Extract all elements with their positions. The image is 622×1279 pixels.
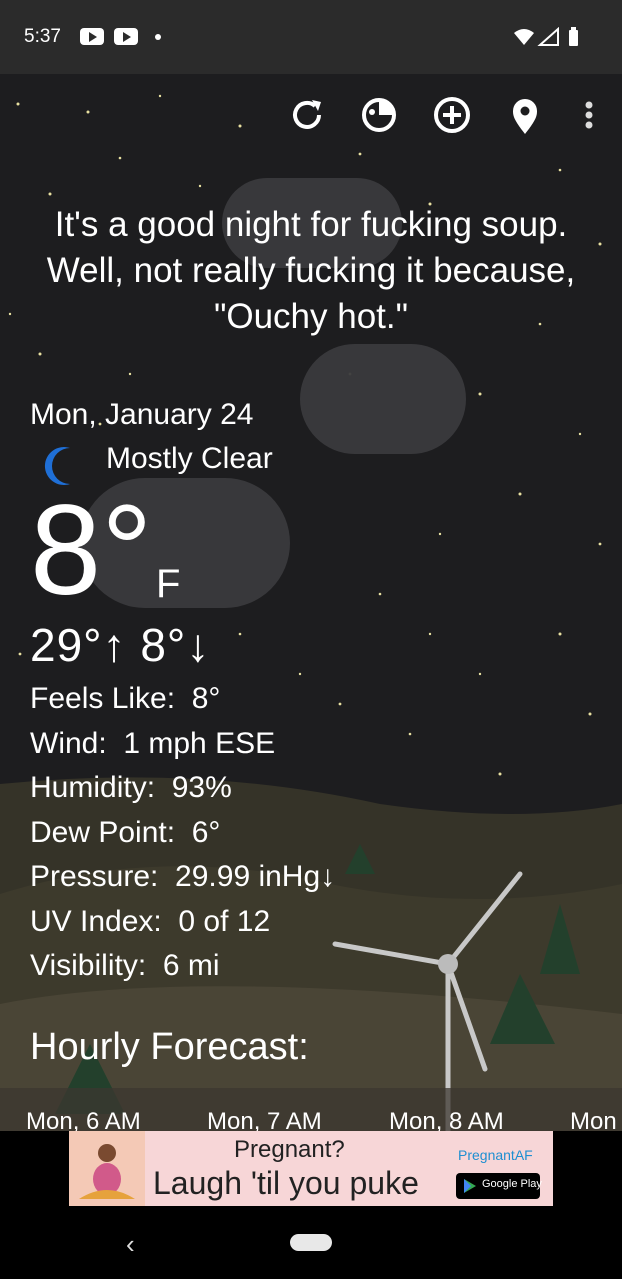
weather-app: It's a good night for fucking soup. Well… [0, 74, 622, 1131]
status-time: 5:37 [24, 26, 61, 47]
location-icon[interactable] [504, 94, 546, 136]
current-temperature: 8° [30, 479, 153, 622]
hourly-item-label[interactable]: Mon, 8 AM [389, 1108, 504, 1131]
status-bar: 5:37 [0, 0, 622, 74]
play-store-icon [464, 1179, 476, 1193]
more-options-icon[interactable] [568, 94, 610, 136]
hourly-forecast-strip[interactable]: Mon, 6 AM Mon, 7 AM Mon, 8 AM Mon [0, 1088, 622, 1131]
ad-tagline: Laugh 'til you puke [153, 1165, 419, 1201]
wind: Wind: 1 mph ESE [30, 726, 276, 760]
store-badge-label: Google Play [482, 1178, 542, 1190]
visibility: Visibility: 6 mi [30, 949, 220, 982]
bottom-area: Pregnant? Laugh 'til you puke PregnantAF… [0, 1131, 622, 1279]
youtube-notification-icon [114, 28, 138, 45]
radar-icon[interactable] [358, 94, 400, 136]
more-notifications-icon [155, 34, 161, 40]
hourly-forecast-title: Hourly Forecast: [30, 1026, 309, 1068]
weather-details: Feels Like: 8° Wind: 1 mph ESE Humidity:… [30, 677, 335, 989]
cloud-decoration [300, 344, 466, 454]
ad-banner[interactable]: Pregnant? Laugh 'til you puke PregnantAF… [69, 1131, 553, 1206]
home-button[interactable] [290, 1234, 332, 1251]
weather-quote: It's a good night for fucking soup. Well… [46, 205, 576, 336]
feels-like: Feels Like: 8° [30, 682, 221, 715]
battery-icon [569, 30, 578, 46]
refresh-icon[interactable] [286, 94, 328, 136]
wifi-icon [514, 29, 534, 45]
signal-icon [537, 27, 559, 46]
humidity: Humidity: 93% [30, 771, 232, 804]
system-status-icons [514, 27, 578, 46]
hourly-item-label[interactable]: Mon [570, 1108, 617, 1131]
youtube-notification-icon [80, 28, 104, 45]
weather-condition: Mostly Clear [106, 442, 273, 475]
back-button[interactable]: ‹ [126, 1229, 135, 1260]
ad-illustration [69, 1131, 145, 1206]
high-low-temperature: 29°↑ 8°↓ [30, 619, 211, 671]
ad-brand: PregnantAF [458, 1147, 533, 1163]
pressure: Pressure: 29.99 inHg↓ [30, 860, 336, 893]
add-icon[interactable] [431, 94, 473, 136]
temperature-unit[interactable]: F [156, 562, 180, 607]
current-date: Mon, January 24 [30, 398, 254, 431]
google-play-badge[interactable]: Google Play [456, 1173, 542, 1199]
hourly-item-label[interactable]: Mon, 7 AM [207, 1108, 322, 1131]
uv-index: UV Index: 0 of 12 [30, 904, 271, 938]
dew-point: Dew Point: 6° [30, 815, 221, 849]
hourly-item-label[interactable]: Mon, 6 AM [26, 1108, 141, 1131]
ad-headline: Pregnant? [234, 1136, 345, 1163]
